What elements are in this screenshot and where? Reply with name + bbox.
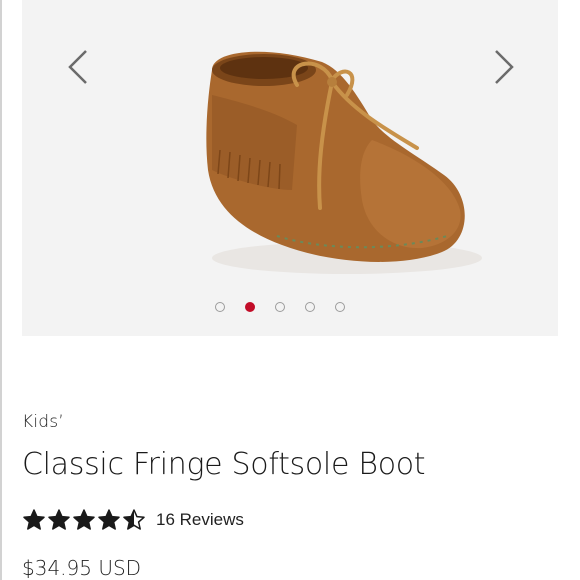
product-rating: 16 Reviews <box>22 508 244 532</box>
carousel-dot[interactable] <box>245 302 255 312</box>
product-image <box>206 51 482 274</box>
star-filled-icon <box>23 509 45 530</box>
chevron-left-icon <box>68 50 87 84</box>
previous-slide-button[interactable] <box>62 45 98 89</box>
product-title: Classic Fringe Softsole Boot <box>22 447 426 482</box>
carousel-dot[interactable] <box>335 302 345 312</box>
chevron-right-icon <box>495 50 514 84</box>
product-price: $34.95 USD <box>22 556 142 580</box>
carousel-dot[interactable] <box>275 302 285 312</box>
product-category: Kids’ <box>22 412 64 432</box>
star-filled-icon <box>98 509 120 530</box>
left-edge-divider <box>0 0 2 580</box>
star-filled-icon <box>73 509 95 530</box>
next-slide-button[interactable] <box>484 45 520 89</box>
reviews-link[interactable]: 16 Reviews <box>156 510 244 530</box>
star-rating <box>22 508 146 532</box>
product-image-carousel[interactable] <box>22 0 558 336</box>
carousel-pagination <box>215 300 345 314</box>
carousel-dot[interactable] <box>305 302 315 312</box>
star-filled-icon <box>48 509 70 530</box>
carousel-dot[interactable] <box>215 302 225 312</box>
star-half-icon <box>123 509 145 530</box>
